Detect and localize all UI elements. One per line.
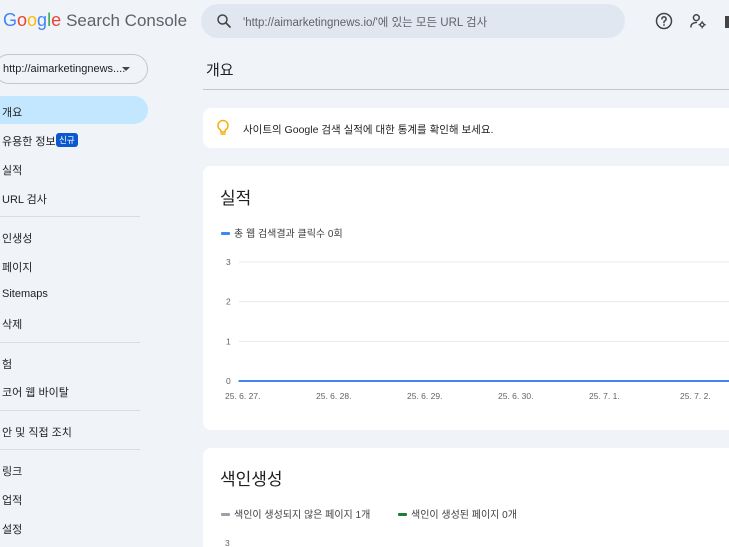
logo-letter: o <box>27 10 38 30</box>
sidebar-item-label: 유용한 정보 <box>2 136 56 148</box>
logo-letter: o <box>17 10 28 30</box>
indexing-card: 색인생성 색인이 생성되지 않은 페이지 1개 색인이 생성된 페이지 0개 3 <box>203 448 729 547</box>
sidebar-item-insights[interactable]: 유용한 정보 신규 <box>0 125 148 153</box>
sidebar-item-label: URL 검사 <box>2 194 47 206</box>
sidebar: http://aimarketingnews.... 개요 유용한 정보 신규 실… <box>0 44 160 547</box>
logo-letter: G <box>3 10 18 30</box>
sidebar-item-label: 인생성 <box>2 233 33 245</box>
user-settings-icon[interactable] <box>688 11 708 31</box>
legend-label: 색인이 생성된 페이지 0개 <box>411 510 517 521</box>
y-tick-label: 3 <box>226 257 231 267</box>
sidebar-item-achievements[interactable]: 업적 <box>0 484 148 512</box>
legend-label: 색인이 생성되지 않은 페이지 1개 <box>234 510 371 521</box>
top-bar: Google Search Console 'http://aimarketing… <box>0 0 729 44</box>
product-name: Search Console <box>66 11 188 30</box>
data-point <box>420 380 422 382</box>
legend-not-indexed[interactable]: 색인이 생성되지 않은 페이지 1개 <box>221 506 370 521</box>
data-point <box>693 380 695 382</box>
search-placeholder: 'http://aimarketingnews.io/'에 있는 모든 URL … <box>243 17 488 29</box>
x-tick-label: 25. 6. 28. <box>316 391 351 401</box>
sidebar-item-experience[interactable]: 험 <box>0 348 148 376</box>
caret-down-icon <box>122 67 130 71</box>
sidebar-item-overview[interactable]: 개요 <box>0 96 148 124</box>
sidebar-item-label: 안 및 직접 조치 <box>2 427 72 439</box>
legend-indexed[interactable]: 색인이 생성된 페이지 0개 <box>398 506 517 521</box>
y-tick-label: 0 <box>226 376 231 386</box>
sidebar-divider <box>0 449 140 450</box>
property-selector[interactable]: http://aimarketingnews.... <box>0 54 148 84</box>
data-point <box>238 380 240 382</box>
data-point <box>329 380 331 382</box>
sidebar-item-label: 업적 <box>2 495 23 507</box>
sidebar-item-label: 링크 <box>2 466 23 478</box>
data-point <box>511 380 513 382</box>
legend-swatch <box>221 512 230 516</box>
sidebar-item-removals[interactable]: 삭제 <box>0 308 148 336</box>
lightbulb-icon <box>217 119 229 135</box>
sidebar-item-label: 코어 웹 바이탈 <box>2 387 69 399</box>
sidebar-item-label: 페이지 <box>2 262 33 274</box>
sidebar-divider <box>0 342 140 343</box>
title-divider <box>203 89 729 90</box>
insight-tip-card[interactable]: 사이트의 Google 검색 실적에 대한 통계를 확인해 보세요. <box>203 108 729 148</box>
property-label: http://aimarketingnews.... <box>3 63 126 75</box>
new-badge: 신규 <box>56 133 78 147</box>
performance-card: 실적 총 웹 검색결과 클릭수 0회 0 1 2 3 25. 6. 27. 25. 6. … <box>203 166 729 430</box>
sidebar-divider <box>0 410 140 411</box>
legend-swatch <box>398 512 407 516</box>
sidebar-item-sitemaps[interactable]: Sitemaps <box>0 280 148 308</box>
sidebar-item-label: 개요 <box>2 107 23 119</box>
sidebar-item-indexing[interactable]: 인생성 <box>0 222 148 250</box>
header-overflow-icon[interactable] <box>725 16 729 28</box>
sidebar-item-label: Sitemaps <box>2 288 48 300</box>
page-title: 개요 <box>206 62 234 79</box>
sidebar-item-label: 실적 <box>2 165 23 177</box>
sidebar-item-label: 설정 <box>2 524 23 536</box>
sidebar-item-links[interactable]: 링크 <box>0 455 148 483</box>
sidebar-item-core-web-vitals[interactable]: 코어 웹 바이탈 <box>0 376 148 404</box>
help-icon[interactable] <box>654 11 674 31</box>
tip-text: 사이트의 Google 검색 실적에 대한 통계를 확인해 보세요. <box>243 124 494 136</box>
logo-letter: g <box>37 10 48 30</box>
sidebar-item-pages[interactable]: 페이지 <box>0 251 148 279</box>
x-tick-label: 25. 6. 30. <box>498 391 533 401</box>
sidebar-item-label: 험 <box>2 359 13 371</box>
search-icon <box>217 14 231 28</box>
sidebar-divider <box>0 216 140 217</box>
x-tick-label: 25. 7. 2. <box>680 391 711 401</box>
sidebar-item-performance[interactable]: 실적 <box>0 154 148 182</box>
x-tick-label: 25. 6. 27. <box>225 391 260 401</box>
sidebar-item-label: 삭제 <box>2 319 23 331</box>
sidebar-item-security-manual-actions[interactable]: 안 및 직접 조치 <box>0 416 148 444</box>
y-tick-label: 1 <box>226 336 231 346</box>
sidebar-item-url-inspection[interactable]: URL 검사 <box>0 183 148 211</box>
logo-letter: e <box>51 10 62 30</box>
performance-chart: 0 1 2 3 25. 6. 27. 25. 6. 28. 25. 6. 29. 25. 6.… <box>225 257 729 401</box>
sidebar-item-settings[interactable]: 설정 <box>0 513 148 541</box>
y-tick-label: 2 <box>226 297 231 307</box>
x-tick-label: 25. 7. 1. <box>589 391 620 401</box>
url-inspection-search[interactable]: 'http://aimarketingnews.io/'에 있는 모든 URL … <box>201 4 625 38</box>
x-tick-label: 25. 6. 29. <box>407 391 442 401</box>
indexing-title: 색인생성 <box>220 470 283 489</box>
indexing-y-tick: 3 <box>225 538 230 547</box>
search-console-logo[interactable]: Google Search Console <box>3 10 187 31</box>
data-point <box>602 380 604 382</box>
